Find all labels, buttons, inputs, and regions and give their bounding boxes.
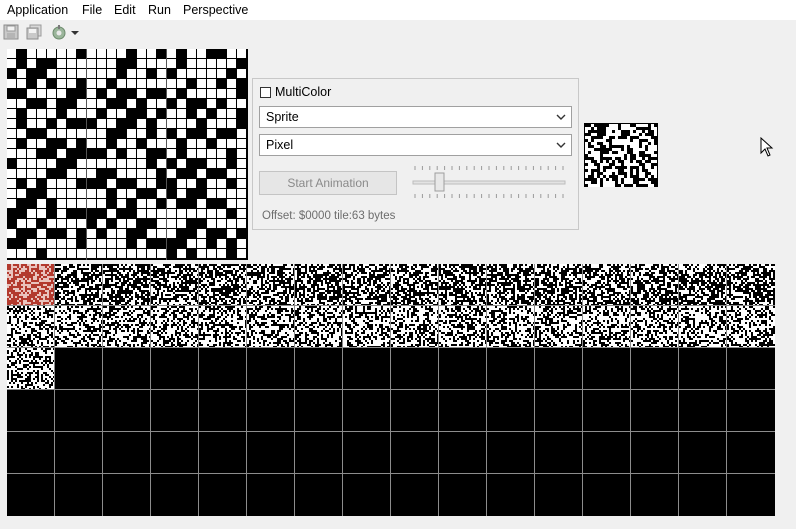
chevron-down-icon <box>555 138 567 152</box>
slider-thumb <box>434 172 445 192</box>
editor-column <box>7 49 86 258</box>
mode-select[interactable]: Sprite <box>259 106 572 128</box>
save-all-icon[interactable] <box>25 23 43 41</box>
sprite-tile <box>439 264 487 306</box>
multicolor-label: MultiColor <box>275 85 332 99</box>
sprite-tile <box>7 264 55 306</box>
sprite-tile <box>439 306 487 348</box>
sprite-tile <box>391 306 439 348</box>
sprite-tile <box>247 264 295 306</box>
run-config-icon[interactable] <box>50 23 68 41</box>
sprite-tile <box>391 264 439 306</box>
sprite-tile <box>631 306 679 348</box>
sprite-tile <box>151 264 199 306</box>
toolbar <box>0 20 796 44</box>
sprite-tile <box>55 264 103 306</box>
sprite-tile <box>199 306 247 348</box>
sprite-preview <box>584 123 658 187</box>
sprite-tile <box>583 264 631 306</box>
sprite-tile <box>679 306 727 348</box>
save-icon[interactable] <box>2 23 20 41</box>
sprite-tile <box>535 306 583 348</box>
sprite-editor-canvas[interactable] <box>7 49 248 260</box>
sprite-tile <box>151 306 199 348</box>
sprite-sheet-grid[interactable] <box>7 264 775 516</box>
sprite-tile <box>199 264 247 306</box>
sprite-tile <box>295 264 343 306</box>
sprite-tile <box>7 348 55 390</box>
sprite-tile <box>535 264 583 306</box>
mode-select-value: Sprite <box>266 110 299 124</box>
menu-run[interactable]: Run <box>148 2 171 18</box>
animation-speed-slider[interactable] <box>411 165 567 199</box>
sprite-tile <box>679 264 727 306</box>
sprite-tile <box>247 306 295 348</box>
draw-mode-select[interactable]: Pixel <box>259 134 572 156</box>
sprite-tile <box>7 306 55 348</box>
sprite-tile <box>487 264 535 306</box>
sprite-tile <box>583 306 631 348</box>
sprite-control-panel: MultiColor Sprite Pixel Start Animation … <box>252 78 579 230</box>
sprite-tile <box>295 306 343 348</box>
mouse-cursor-icon <box>760 136 774 157</box>
editor-column <box>167 49 246 258</box>
start-animation-button[interactable]: Start Animation <box>259 171 397 195</box>
menu-perspective[interactable]: Perspective <box>183 2 248 18</box>
dropdown-arrow-icon[interactable] <box>69 23 81 41</box>
menu-file[interactable]: File <box>82 2 102 18</box>
sprite-tile <box>631 264 679 306</box>
menu-application[interactable]: Application <box>7 2 68 18</box>
sprite-tile <box>727 264 775 306</box>
menu-bar: Application File Edit Run Perspective <box>0 0 796 20</box>
sprite-tile <box>343 264 391 306</box>
offset-status-text: Offset: $0000 tile:63 bytes <box>262 210 396 222</box>
sprite-tile <box>103 306 151 348</box>
sprite-tile <box>103 264 151 306</box>
menu-edit[interactable]: Edit <box>114 2 136 18</box>
sprite-tile <box>55 306 103 348</box>
multicolor-checkbox[interactable] <box>260 87 271 98</box>
sprite-tile <box>343 306 391 348</box>
editor-column <box>87 49 166 258</box>
chevron-down-icon <box>555 110 567 124</box>
sprite-tile <box>487 306 535 348</box>
sprite-tile <box>727 306 775 348</box>
draw-mode-select-value: Pixel <box>266 138 294 152</box>
